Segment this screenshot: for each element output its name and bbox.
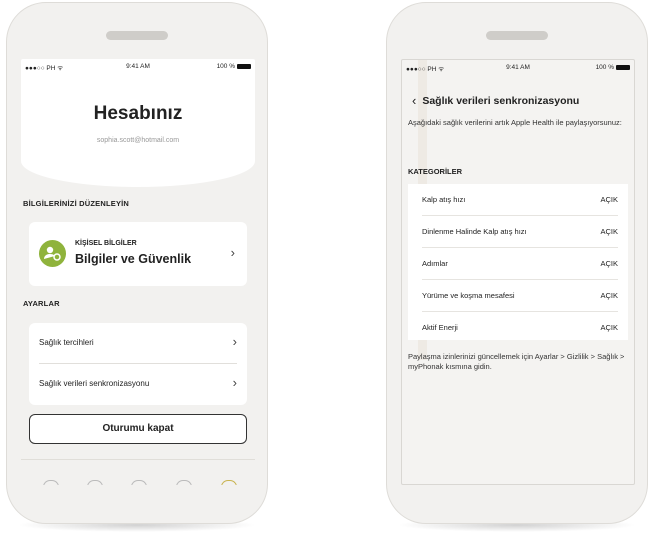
category-name: Adımlar: [422, 259, 448, 268]
page-title: Hesabınız: [93, 103, 183, 124]
footer-note: Paylaşma izinlerinizi güncellemek için A…: [408, 352, 625, 371]
battery-percent: 100 %: [216, 63, 235, 70]
battery-status: 100 %: [596, 64, 630, 71]
category-state: AÇIK: [600, 259, 618, 268]
list-item[interactable]: Yürüme ve koşma mesafesi AÇIK: [422, 280, 618, 311]
phone-speaker: [106, 31, 168, 40]
phone-right: ●●●○○ PH ᯤ 9:41 AM 100 % ‹ Sağlık verile…: [386, 2, 648, 524]
categories-list: Kalp atış hızı AÇIK Dinlenme Halinde Kal…: [408, 184, 628, 340]
category-name: Yürüme ve koşma mesafesi: [422, 291, 515, 300]
settings-item-health-preferences[interactable]: Sağlık tercihleri ›: [39, 323, 237, 363]
settings-item-label: Sağlık verileri senkronizasyonu: [39, 379, 150, 388]
chevron-left-icon[interactable]: ‹: [412, 93, 416, 108]
tab-icon[interactable]: [43, 480, 59, 485]
personal-info-title: Bilgiler ve Güvenlik: [75, 252, 192, 266]
category-name: Kalp atış hızı: [422, 195, 466, 204]
settings-item-health-sync[interactable]: Sağlık verileri senkronizasyonu ›: [39, 364, 237, 404]
battery-icon: [616, 65, 630, 70]
battery-percent: 100 %: [595, 64, 614, 71]
battery-status: 100 %: [217, 63, 251, 70]
user-gear-icon: [39, 240, 66, 267]
tab-icon[interactable]: [176, 480, 192, 485]
categories-heading: KATEGORİLER: [408, 167, 463, 176]
battery-icon: [237, 64, 251, 69]
edit-section-heading: BİLGİLERİNİZİ DÜZENLEYİN: [23, 199, 130, 208]
category-state: AÇIK: [600, 323, 618, 332]
chevron-right-icon: ›: [232, 375, 237, 390]
settings-item-label: Sağlık tercihleri: [39, 338, 94, 347]
page-title: Sağlık verileri senkronizasyonu: [422, 94, 580, 107]
tab-icon[interactable]: [131, 480, 147, 485]
category-state: AÇIK: [600, 227, 618, 236]
phone-left: ●●●○○ PH ᯤ 9:41 AM 100 % Hesabınız sophi…: [6, 2, 268, 524]
logout-button[interactable]: Oturumu kapat: [29, 414, 247, 444]
tab-icon-active[interactable]: [221, 480, 237, 485]
category-state: AÇIK: [600, 195, 618, 204]
list-item[interactable]: Adımlar AÇIK: [422, 248, 618, 279]
nav-header: ‹ Sağlık verileri senkronizasyonu: [412, 93, 579, 108]
category-name: Dinlenme Halinde Kalp atış hızı: [422, 227, 527, 236]
tab-bar: [21, 459, 255, 485]
tab-icon[interactable]: [87, 480, 103, 485]
personal-info-card[interactable]: KİŞİSEL BİLGİLER Bilgiler ve Güvenlik ›: [29, 222, 247, 286]
list-item[interactable]: Kalp atış hızı AÇIK: [422, 184, 618, 215]
list-item[interactable]: Aktif Enerji AÇIK: [422, 312, 618, 343]
status-bar: ●●●○○ PH ᯤ 9:41 AM 100 %: [402, 60, 634, 74]
personal-info-label: KİŞİSEL BİLGİLER: [75, 240, 137, 247]
chevron-right-icon: ›: [232, 334, 237, 349]
account-screen: ●●●○○ PH ᯤ 9:41 AM 100 % Hesabınız sophi…: [21, 59, 255, 485]
phone-speaker: [486, 31, 548, 40]
chevron-right-icon: ›: [230, 245, 235, 260]
category-name: Aktif Enerji: [422, 323, 458, 332]
status-bar: ●●●○○ PH ᯤ 9:41 AM 100 %: [21, 59, 255, 73]
health-sync-screen: ●●●○○ PH ᯤ 9:41 AM 100 % ‹ Sağlık verile…: [401, 59, 635, 485]
category-state: AÇIK: [600, 291, 618, 300]
settings-card: Sağlık tercihleri › Sağlık verileri senk…: [29, 323, 247, 405]
account-email: sophia.scott@hotmail.com: [96, 137, 180, 144]
sync-description: Aşağıdaki sağlık verilerini artık Apple …: [408, 118, 622, 127]
list-item[interactable]: Dinlenme Halinde Kalp atış hızı AÇIK: [422, 216, 618, 247]
settings-section-heading: AYARLAR: [23, 299, 60, 308]
